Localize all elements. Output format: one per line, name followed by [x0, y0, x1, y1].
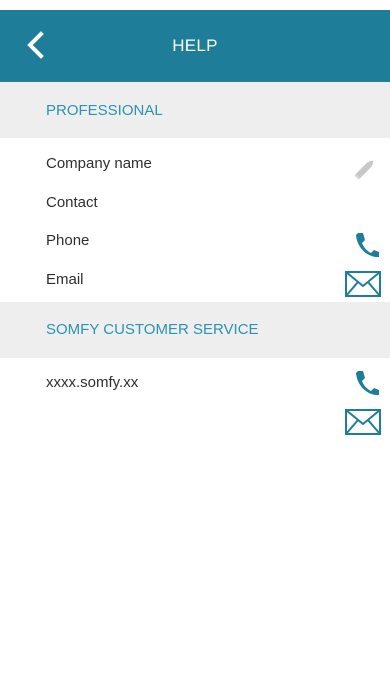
section-title-customer-service: SOMFY CUSTOMER SERVICE: [46, 321, 259, 338]
company-name-label: Company name: [46, 155, 152, 172]
phone-icon[interactable]: [354, 369, 380, 397]
back-button[interactable]: [24, 29, 54, 63]
section-customer-service: SOMFY CUSTOMER SERVICE: [0, 302, 390, 358]
section-professional: PROFESSIONAL: [0, 82, 390, 138]
envelope-icon[interactable]: [345, 271, 381, 297]
email-label: Email: [46, 271, 84, 288]
chevron-left-icon: [27, 31, 44, 59]
section-title-professional: PROFESSIONAL: [46, 102, 163, 119]
phone-icon[interactable]: [354, 231, 380, 259]
website-link[interactable]: xxxx.somfy.xx: [46, 374, 138, 391]
contact-label: Contact: [46, 194, 98, 211]
page-title: HELP: [172, 36, 218, 55]
app-header: HELP: [0, 10, 390, 82]
phone-label: Phone: [46, 232, 90, 249]
status-bar-area: [0, 0, 390, 10]
envelope-icon[interactable]: [345, 409, 381, 435]
edit-pencil-icon[interactable]: [352, 156, 378, 182]
